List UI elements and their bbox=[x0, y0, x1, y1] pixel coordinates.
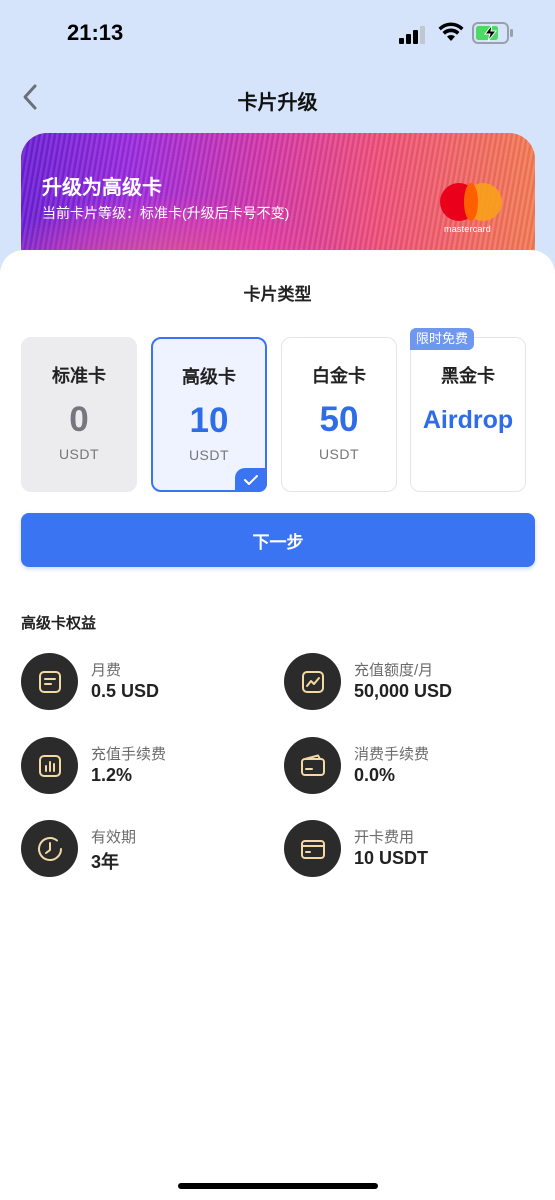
tier-unit: USDT bbox=[318, 446, 360, 462]
next-step-button[interactable]: 下一步 bbox=[21, 513, 535, 567]
line-chart-icon bbox=[284, 653, 341, 710]
tier-name: 高级卡 bbox=[182, 367, 236, 387]
banner-title: 升级为高级卡 bbox=[42, 177, 162, 199]
page-title: 卡片升级 bbox=[237, 92, 318, 114]
benefit-label: 月费 bbox=[91, 662, 122, 679]
benefit-label: 充值额度/月 bbox=[354, 662, 434, 679]
benefit-spending-fee: 消费手续费 0.0% bbox=[284, 737, 524, 797]
bar-chart-icon bbox=[21, 737, 78, 794]
benefits-title: 高级卡权益 bbox=[21, 615, 97, 632]
tier-price: Airdrop bbox=[422, 406, 514, 434]
tier-price: 10 bbox=[189, 401, 229, 440]
document-icon bbox=[21, 653, 78, 710]
tier-name: 白金卡 bbox=[312, 366, 366, 386]
limited-free-badge: 限时免费 bbox=[410, 328, 475, 350]
tier-unit: USDT bbox=[58, 446, 100, 462]
tier-platinum[interactable]: 白金卡 50 USDT bbox=[281, 337, 397, 492]
mastercard-logo: mastercard bbox=[440, 183, 504, 237]
banner-subtitle: 当前卡片等级：标准卡(升级后卡号不变) bbox=[42, 205, 290, 221]
clock-icon bbox=[21, 820, 78, 877]
checkmark-icon bbox=[244, 475, 258, 485]
benefit-validity: 有效期 3年 bbox=[21, 820, 261, 880]
battery-charging-icon bbox=[472, 22, 513, 44]
benefit-label: 消费手续费 bbox=[354, 746, 430, 763]
home-indicator[interactable] bbox=[178, 1183, 378, 1189]
selected-check-badge bbox=[235, 468, 267, 492]
tier-price: 0 bbox=[69, 400, 89, 439]
tier-name: 黑金卡 bbox=[441, 366, 495, 386]
status-time: 21:13 bbox=[67, 20, 124, 45]
benefit-value: 0.0% bbox=[354, 765, 396, 785]
benefit-value: 50,000 USD bbox=[354, 681, 453, 701]
tier-standard[interactable]: 标准卡 0 USDT bbox=[21, 337, 137, 492]
wifi-icon bbox=[438, 22, 464, 41]
card-type-title: 卡片类型 bbox=[243, 285, 312, 304]
cellular-signal-icon bbox=[399, 26, 425, 44]
benefit-opening-fee: 开卡费用 10 USDT bbox=[284, 820, 524, 880]
tier-premium[interactable]: 高级卡 10 USDT bbox=[151, 337, 267, 492]
tier-name: 标准卡 bbox=[52, 366, 106, 386]
benefit-label: 开卡费用 bbox=[354, 829, 415, 846]
benefit-topup-fee: 充值手续费 1.2% bbox=[21, 737, 261, 797]
benefit-monthly-fee: 月费 0.5 USD bbox=[21, 653, 261, 713]
benefit-value: 10 USDT bbox=[354, 848, 429, 868]
benefit-value: 3年 bbox=[91, 852, 120, 872]
benefit-label: 有效期 bbox=[91, 829, 137, 846]
status-bar: 21:13 bbox=[0, 0, 555, 66]
benefit-value: 1.2% bbox=[91, 765, 133, 785]
upgrade-sheet: 卡片类型 标准卡 0 USDT 高级卡 10 USDT 白金卡 50 USDT … bbox=[0, 250, 555, 1200]
wallet-card-icon bbox=[284, 737, 341, 794]
benefit-label: 充值手续费 bbox=[91, 746, 167, 763]
benefit-topup-limit: 充值额度/月 50,000 USD bbox=[284, 653, 524, 713]
nav-bar: 卡片升级 bbox=[0, 66, 555, 130]
credit-card-icon bbox=[284, 820, 341, 877]
tier-black-gold[interactable]: 黑金卡 Airdrop bbox=[410, 337, 526, 492]
mastercard-wordmark: mastercard bbox=[444, 224, 492, 234]
tier-unit: USDT bbox=[188, 447, 230, 463]
benefit-value: 0.5 USD bbox=[91, 681, 160, 701]
tier-price: 50 bbox=[319, 400, 359, 439]
